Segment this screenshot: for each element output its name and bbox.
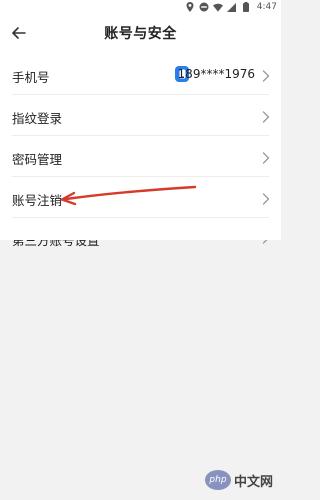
settings-item-fingerprint-login[interactable]: 指纹登录 (0, 95, 281, 136)
chevron-right-icon (262, 150, 270, 164)
list-bottom-padding (0, 218, 281, 240)
status-icons: 4:47 (185, 1, 277, 13)
php-logo-icon: php (204, 470, 231, 490)
settings-item-label: 密码管理 (12, 152, 63, 167)
chevron-right-icon (262, 109, 270, 123)
do-not-disturb-icon (199, 2, 209, 12)
cellular-signal-icon (227, 2, 237, 12)
location-icon (185, 2, 195, 12)
watermark-text: 中文网 (233, 474, 273, 490)
settings-item-label: 手机号 (12, 70, 50, 85)
chevron-right-icon (262, 191, 270, 205)
settings-item-label: 账号注销 (12, 193, 63, 208)
settings-item-password-management[interactable]: 密码管理 (0, 136, 281, 177)
settings-item-account-deletion[interactable]: 账号注销 (0, 177, 281, 218)
page-title: 账号与安全 (104, 26, 177, 42)
settings-item-label: 指纹登录 (12, 111, 63, 126)
chevron-right-icon (262, 68, 270, 82)
battery-icon (241, 2, 251, 12)
phone-number-value: 189****1976 (177, 67, 255, 81)
settings-item-phone[interactable]: 手机号 189****1976 (0, 54, 281, 95)
wifi-icon (212, 2, 223, 12)
status-bar: 4:47 (0, 0, 281, 14)
header: 账号与安全 (0, 14, 281, 52)
settings-list: 手机号 189****1976 指纹登录 密码管理 账号注销 第三方账号设置 (0, 52, 281, 248)
watermark: php 中文网 (204, 470, 273, 490)
status-time: 4:47 (256, 2, 277, 12)
